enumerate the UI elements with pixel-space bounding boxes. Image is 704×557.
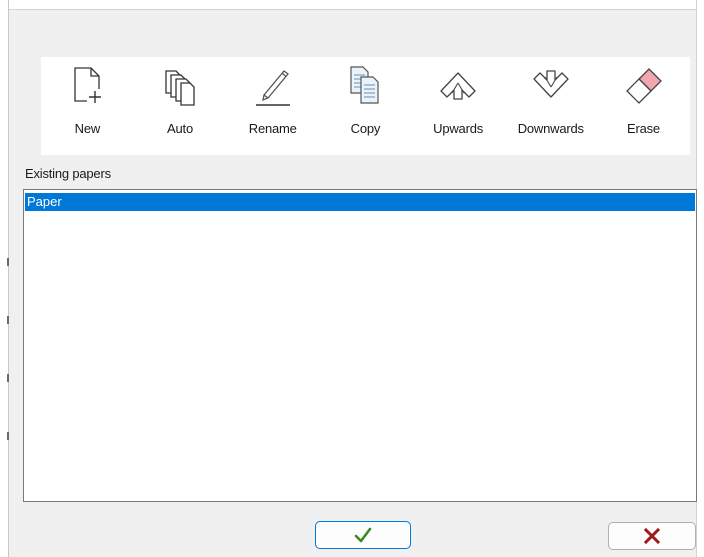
new-button[interactable]: New [41,57,134,155]
x-icon [643,527,661,545]
arrow-down-icon [529,63,573,107]
rename-label: Rename [248,121,297,136]
window-top-border [0,0,704,10]
edge-marker [7,316,9,324]
downwards-button[interactable]: Downwards [504,57,597,155]
cancel-button[interactable] [608,522,696,550]
upwards-label: Upwards [433,121,484,136]
paper-toolbar: New Auto Rename Copy Upwards Downwards E… [41,57,690,155]
auto-button[interactable]: Auto [134,57,227,155]
rename-button[interactable]: Rename [226,57,319,155]
erase-button[interactable]: Erase [597,57,690,155]
downwards-label: Downwards [517,121,584,136]
copy-label: Copy [350,121,381,136]
edge-marker [7,432,9,440]
pencil-icon [251,63,295,107]
list-item[interactable]: Paper [25,193,695,211]
copy-icon [343,63,387,107]
copy-button[interactable]: Copy [319,57,412,155]
new-page-icon [65,63,109,107]
window-left-border [0,0,9,557]
new-label: New [74,121,101,136]
check-icon [353,526,373,544]
auto-label: Auto [167,121,193,136]
papers-list[interactable]: Paper [23,189,697,502]
window-right-border [696,0,704,557]
erase-label: Erase [626,121,660,136]
edge-marker [7,374,9,382]
stacked-pages-icon [158,63,202,107]
edge-marker [7,258,9,266]
arrow-up-icon [436,63,480,107]
ok-button[interactable] [315,521,411,549]
dialog-window: New Auto Rename Copy Upwards Downwards E… [0,0,704,557]
existing-papers-label: Existing papers [25,166,111,181]
eraser-icon [621,63,665,107]
upwards-button[interactable]: Upwards [412,57,505,155]
